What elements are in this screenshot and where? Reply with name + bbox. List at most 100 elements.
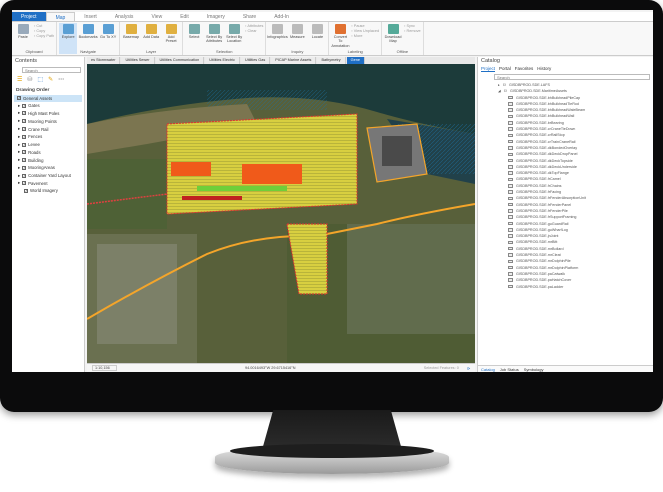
expand-icon[interactable]: ▸ <box>18 118 20 124</box>
layer-name: Pavement <box>28 180 48 186</box>
expand-icon[interactable]: ▸ <box>18 110 20 116</box>
layer-item[interactable]: ✓ General Assets <box>14 95 82 102</box>
group-label: Selection <box>216 49 233 54</box>
clear-button[interactable]: Clear <box>245 29 263 33</box>
layer-checkbox[interactable]: ✓ <box>22 181 27 186</box>
expand-icon[interactable]: ▸ <box>498 83 500 87</box>
tab-edit[interactable]: Edit <box>171 12 198 21</box>
attributes-button[interactable]: Attributes <box>245 24 263 28</box>
expand-icon[interactable]: ▸ <box>18 134 20 140</box>
map-layer-tab[interactable]: Utilities Sewer <box>121 57 155 64</box>
layer-checkbox[interactable]: ✓ <box>22 150 27 155</box>
building-2 <box>242 164 302 184</box>
sync-button[interactable]: Sync <box>404 24 421 28</box>
catalog-tab-project[interactable]: Project <box>481 66 495 71</box>
tab-map[interactable]: Map <box>45 12 76 21</box>
contents-search-input[interactable]: Search <box>22 67 81 73</box>
layer-checkbox[interactable]: ✓ <box>22 134 27 139</box>
layer-checkbox[interactable]: ✓ <box>24 188 28 193</box>
tab-analysis[interactable]: Analysis <box>106 12 143 21</box>
list-by-source-icon[interactable]: ⛁ <box>27 76 32 83</box>
map-layer-tab[interactable]: PICAP Marine Assets <box>271 57 317 64</box>
more-icon[interactable]: ⋯ <box>58 76 64 83</box>
layer-item[interactable]: ▸ ✓ Levee <box>12 141 84 149</box>
bottom-tab-symbology[interactable]: Symbology <box>524 367 544 372</box>
expand-icon[interactable]: ▸ <box>18 157 20 163</box>
contents-pane: Contents Search ☰ ⛁ ⬚ ✎ ⋯ Drawing Order … <box>12 57 85 372</box>
tab-insert[interactable]: Insert <box>75 12 106 21</box>
layer-item[interactable]: ▸ ✓ MooringAreas <box>12 164 84 172</box>
tab-addin[interactable]: Add-In <box>265 12 298 21</box>
item-name: GISDBPROD.SDE.dkDeckTopside <box>516 158 573 163</box>
residential-area <box>347 224 475 334</box>
map-layer-tab[interactable]: Utilities Electric <box>205 57 240 64</box>
expand-icon[interactable]: ◢ <box>498 89 501 93</box>
catalog-tab-favorites[interactable]: Favorites <box>515 66 534 71</box>
layer-checkbox[interactable]: ✓ <box>22 142 27 147</box>
expand-icon[interactable]: ▸ <box>18 149 20 155</box>
map-layer-tab[interactable]: Bathymetry <box>317 57 346 64</box>
view-unplaced-button[interactable]: View Unplaced <box>351 29 379 33</box>
layer-checkbox[interactable]: ✓ <box>22 127 27 132</box>
layer-checkbox[interactable]: ✓ <box>22 119 27 124</box>
tab-imagery[interactable]: Imagery <box>198 12 234 21</box>
bottom-tab-jobstatus[interactable]: Job Status <box>500 367 519 372</box>
cut-button[interactable]: Cut <box>34 24 54 28</box>
feature-class-icon <box>508 171 513 175</box>
list-by-editing-icon[interactable]: ✎ <box>48 76 53 83</box>
more-button[interactable]: More <box>351 34 379 38</box>
map-layer-tab[interactable]: Utilities Gas <box>240 57 271 64</box>
ribbon-group-layer: Basemap Add Data Add Preset Layer <box>120 22 184 55</box>
layer-checkbox[interactable]: ✓ <box>22 111 27 116</box>
scale-selector[interactable]: 1:10,156 <box>92 365 117 371</box>
remove-button[interactable]: Remove <box>404 29 420 33</box>
selected-features[interactable]: Selected Features: 0 <box>424 366 459 370</box>
layer-checkbox[interactable]: ✓ <box>22 173 27 178</box>
item-name: GISDBPROD.SDE.bhBulkheadPileCap <box>516 95 581 100</box>
map-imagery[interactable] <box>87 64 475 363</box>
copy-button[interactable]: Copy <box>34 29 54 33</box>
layer-item[interactable]: ▸ ✓ Roads <box>12 148 84 156</box>
expand-icon[interactable]: ▸ <box>18 180 20 186</box>
layer-item[interactable]: ▸ ✓ Crane Rail <box>12 125 84 133</box>
copy-path-button[interactable]: Copy Path <box>34 34 54 38</box>
group-label: Clipboard <box>25 49 43 54</box>
pause-button[interactable]: Pause <box>351 24 379 28</box>
expand-icon[interactable]: ▸ <box>18 142 20 148</box>
list-by-drawing-order-icon[interactable]: ☰ <box>17 76 22 83</box>
layer-checkbox[interactable]: ✓ <box>22 165 27 170</box>
tab-project[interactable]: Project <box>12 12 46 21</box>
catalog-item[interactable]: GISDBPROD.SDE.paLadder <box>478 284 653 290</box>
layer-item[interactable]: ▸ ✓ High Mast Poles <box>12 110 84 118</box>
layer-item[interactable]: ✓ World Imagery <box>12 187 84 194</box>
tab-share[interactable]: Share <box>234 12 265 21</box>
catalog-search-input[interactable]: Search <box>494 74 650 80</box>
catalog-tab-history[interactable]: History <box>537 66 551 71</box>
expand-icon[interactable]: ▸ <box>18 165 20 171</box>
item-name: GISDBPROD.SDE.paCatwalk <box>516 271 565 276</box>
expand-icon[interactable]: ▸ <box>18 126 20 132</box>
catalog-tab-portal[interactable]: Portal <box>499 66 511 71</box>
layer-checkbox[interactable]: ✓ <box>17 96 21 101</box>
list-by-selection-icon[interactable]: ⬚ <box>37 76 43 83</box>
layer-checkbox[interactable]: ✓ <box>22 103 27 108</box>
convert-to-annotation-icon <box>334 24 346 34</box>
bottom-tab-catalog[interactable]: Catalog <box>481 367 495 372</box>
expand-icon[interactable]: ▸ <box>18 103 20 109</box>
layer-item[interactable]: ▸ ✓ Mooring Points <box>12 117 84 125</box>
layer-item[interactable]: ▸ ✓ Building <box>12 156 84 164</box>
tab-view[interactable]: View <box>142 12 171 21</box>
layer-item[interactable]: ▸ ✓ Fences <box>12 133 84 141</box>
expand-icon[interactable]: ▸ <box>18 173 20 179</box>
item-name: GISDBPROD.SDE.mrDolphinPlatform <box>516 265 579 270</box>
layer-item[interactable]: ▸ ✓ Pavement <box>12 180 84 188</box>
layer-item[interactable]: ▸ ✓ Container Yard Layout <box>12 172 84 180</box>
map-layer-tab[interactable]: Gene <box>346 57 365 64</box>
layer-item[interactable]: ▸ ✓ Gates <box>12 102 84 110</box>
map-layer-tab[interactable]: es Stormwater <box>87 57 121 64</box>
map-layer-tab[interactable]: Utilities Communication <box>155 57 205 64</box>
refresh-icon[interactable]: ⟳ <box>467 366 470 371</box>
layer-checkbox[interactable]: ✓ <box>22 158 27 163</box>
feature-class-icon <box>508 127 513 131</box>
map-view[interactable]: es Stormwater Utilities Sewer Utilities Co… <box>87 57 475 363</box>
